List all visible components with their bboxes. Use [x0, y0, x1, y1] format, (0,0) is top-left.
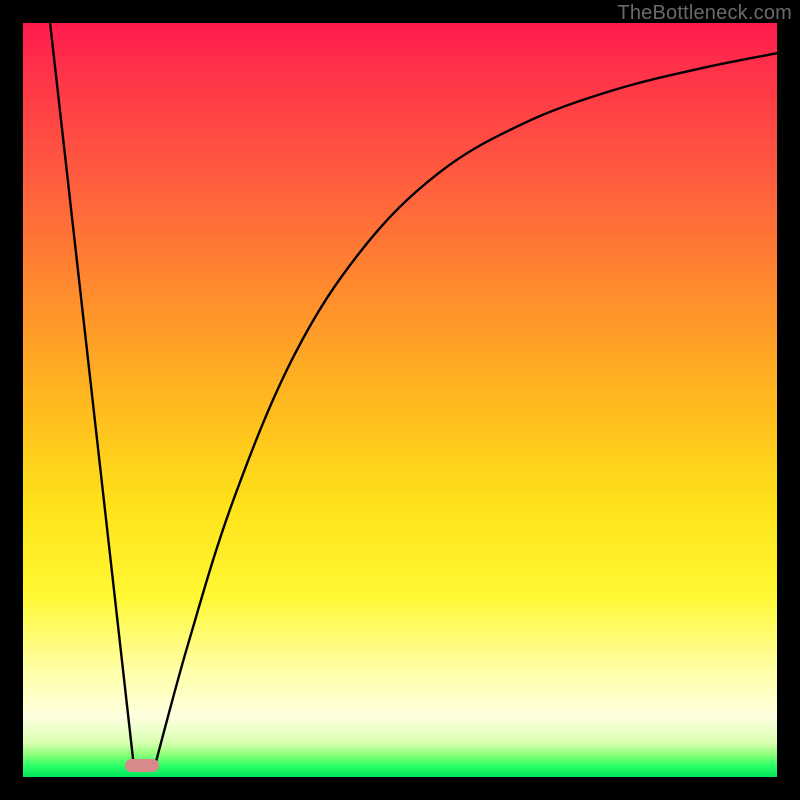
right-curve-path	[155, 53, 777, 766]
bottleneck-marker	[125, 759, 159, 772]
chart-frame: TheBottleneck.com	[0, 0, 800, 800]
left-line-path	[50, 23, 134, 766]
watermark-text: TheBottleneck.com	[617, 2, 792, 25]
curve-group	[50, 23, 777, 766]
chart-curves-svg	[0, 0, 800, 800]
